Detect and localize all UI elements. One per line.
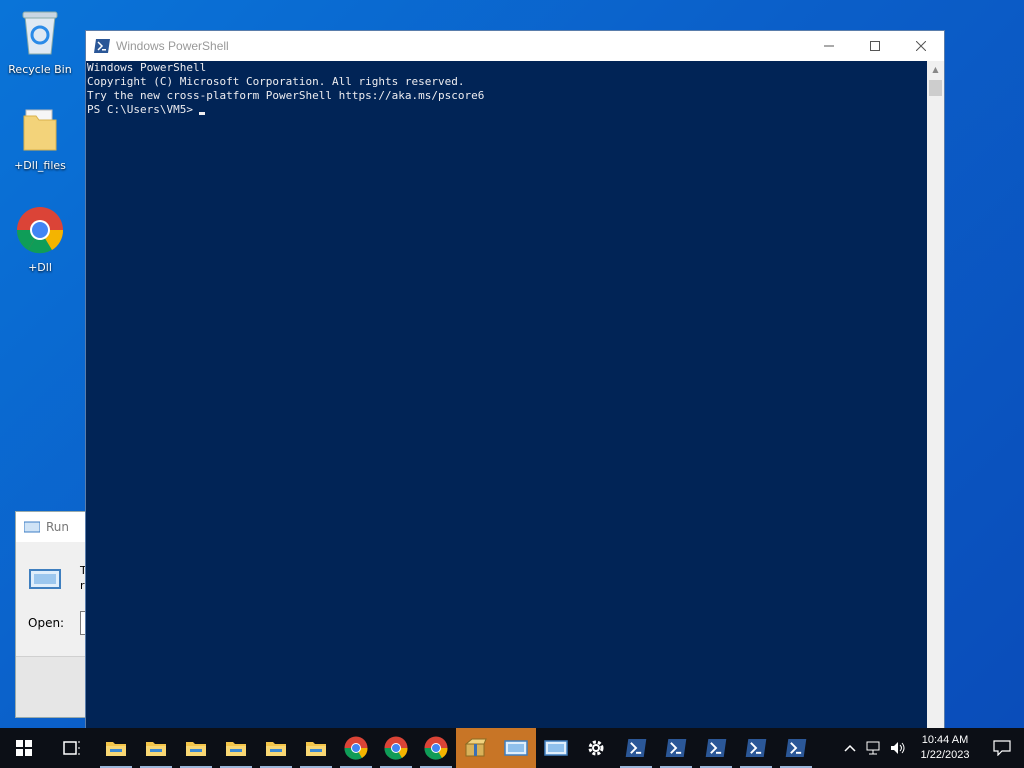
folder-icon [266, 742, 286, 756]
powershell-icon [745, 739, 767, 757]
powershell-icon [705, 739, 727, 757]
taskbar-file-explorer[interactable] [296, 728, 336, 768]
desktop-icon-label: +Dll [28, 261, 52, 274]
console-output[interactable]: Windows PowerShell Copyright (C) Microsof… [86, 61, 926, 729]
close-button[interactable] [898, 31, 944, 61]
taskbar-file-explorer[interactable] [136, 728, 176, 768]
folder-icon [226, 742, 246, 756]
desktop: Recycle Bin +Dll_files +Dll Run T r Open… [0, 0, 1024, 730]
folder-icon [306, 742, 326, 756]
maximize-icon [870, 41, 880, 51]
run-icon [24, 521, 40, 533]
run-description-fragment: r [80, 579, 85, 592]
taskbar-file-explorer[interactable] [216, 728, 256, 768]
powershell-icon [625, 739, 647, 757]
recycle-bin-icon [22, 11, 58, 55]
console-line: Try the new cross-platform PowerShell ht… [87, 89, 485, 102]
show-hidden-icons-button[interactable] [838, 728, 862, 768]
text-cursor [198, 112, 205, 115]
taskbar-run[interactable] [536, 728, 576, 768]
taskbar-file-explorer[interactable] [176, 728, 216, 768]
taskbar-chrome[interactable] [376, 728, 416, 768]
taskbar-chrome[interactable] [336, 728, 376, 768]
scrollbar-thumb[interactable] [929, 80, 942, 96]
chrome-icon [16, 207, 64, 254]
powershell-title: Windows PowerShell [116, 39, 229, 53]
taskbar-run[interactable] [496, 728, 536, 768]
taskbar-powershell[interactable] [696, 728, 736, 768]
console-prompt: PS C:\Users\VM5> [87, 103, 193, 116]
taskbar-powershell[interactable] [656, 728, 696, 768]
taskbar-file-explorer[interactable] [256, 728, 296, 768]
speaker-icon [891, 742, 905, 754]
console-prompt-line[interactable]: PS C:\Users\VM5> [87, 103, 926, 117]
taskbar: 10:44 AM 1/22/2023 [0, 728, 1024, 768]
run-icon [504, 740, 528, 756]
powershell-icon [665, 739, 687, 757]
desktop-icon-dll-files[interactable]: +Dll_files [1, 108, 79, 172]
taskbar-powershell[interactable] [736, 728, 776, 768]
run-title: Run [46, 520, 70, 534]
powershell-title-bar[interactable]: Windows PowerShell [86, 31, 944, 61]
desktop-icon-dll-chrome[interactable]: +Dll [1, 206, 79, 274]
folder-icon [146, 742, 166, 756]
maximize-button[interactable] [852, 31, 898, 61]
run-icon [544, 740, 568, 756]
folder-icon [106, 742, 126, 756]
taskbar-file-explorer[interactable] [96, 728, 136, 768]
desktop-icon-label: Recycle Bin [8, 63, 72, 76]
minimize-button[interactable] [806, 31, 852, 61]
powershell-window[interactable]: Windows PowerShell Windows PowerShell Cop… [85, 30, 945, 730]
chrome-icon [344, 736, 368, 760]
chevron-up-icon [844, 744, 856, 752]
notification-icon [993, 740, 1011, 756]
folder-icon [23, 109, 57, 151]
action-center-button[interactable] [980, 728, 1024, 768]
network-icon [866, 741, 880, 755]
chrome-icon [384, 736, 408, 760]
clock-time: 10:44 AM [921, 734, 969, 746]
volume-button[interactable] [886, 728, 910, 768]
clock-date: 1/22/2023 [920, 749, 970, 761]
start-button[interactable] [0, 728, 48, 768]
desktop-icon-recycle-bin[interactable]: Recycle Bin [1, 8, 79, 76]
windows-logo-icon [16, 740, 32, 756]
network-button[interactable] [862, 728, 886, 768]
folder-icon [186, 742, 206, 756]
chrome-icon [424, 736, 448, 760]
minimize-icon [824, 45, 834, 47]
taskbar-powershell[interactable] [616, 728, 656, 768]
vertical-scrollbar[interactable]: ▲ [927, 61, 944, 729]
task-view-button[interactable] [48, 728, 96, 768]
clock[interactable]: 10:44 AM 1/22/2023 [910, 733, 980, 763]
desktop-icon-label: +Dll_files [14, 159, 66, 172]
gear-icon [588, 740, 604, 756]
system-tray: 10:44 AM 1/22/2023 [838, 728, 1024, 768]
close-icon [916, 41, 926, 51]
taskbar-archive[interactable] [456, 728, 496, 768]
task-view-icon [63, 741, 80, 755]
powershell-icon [785, 739, 807, 757]
scroll-up-arrow-icon[interactable]: ▲ [927, 61, 944, 78]
taskbar-powershell[interactable] [776, 728, 816, 768]
console-line: Windows PowerShell [87, 61, 207, 74]
console-line: Copyright (C) Microsoft Corporation. All… [87, 75, 465, 88]
taskbar-settings[interactable] [576, 728, 616, 768]
run-app-icon [29, 569, 61, 589]
powershell-icon [94, 39, 110, 53]
archive-icon [464, 738, 487, 757]
run-open-label: Open: [28, 616, 65, 630]
taskbar-chrome[interactable] [416, 728, 456, 768]
